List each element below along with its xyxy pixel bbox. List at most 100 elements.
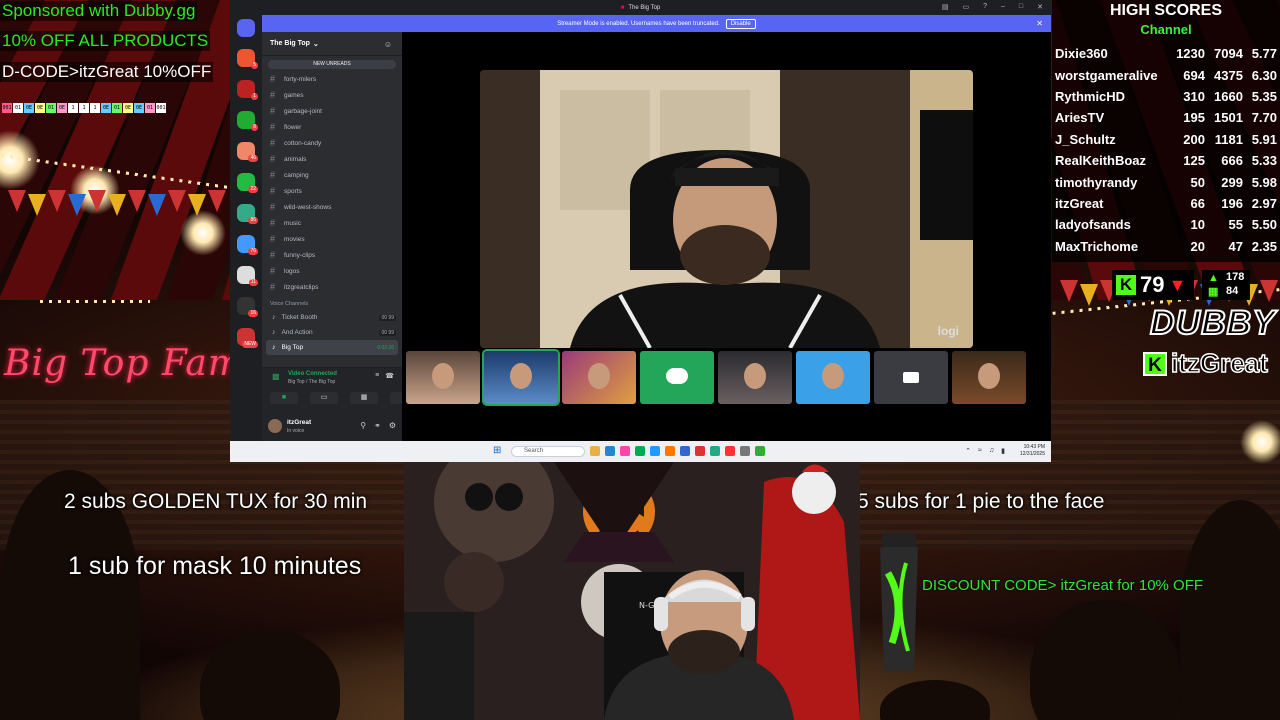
taskbar-app-icon[interactable] [665, 446, 675, 456]
taskbar-app-icon[interactable] [680, 446, 690, 456]
channel-item[interactable]: # sports [262, 183, 402, 199]
participant-tile[interactable] [406, 351, 480, 404]
window-titlebar: ■ The Big Top ▤ ▭ ? – □ ✕ [230, 0, 1051, 15]
help-icon[interactable]: ? [983, 3, 987, 11]
server-icon[interactable]: 86 [237, 204, 258, 224]
disable-streamer-mode-button[interactable]: Disable [725, 18, 756, 29]
taskbar-app-icon[interactable] [725, 446, 735, 456]
server-icon[interactable]: 8 [237, 111, 258, 131]
sponsor-line-1: Sponsored with Dubby.gg [0, 1, 198, 21]
channel-item[interactable]: # wild-west-shows [262, 199, 402, 215]
score-value: 694 [1183, 67, 1205, 83]
server-icon[interactable]: 22 [237, 173, 258, 193]
channel-item[interactable]: # games [262, 87, 402, 103]
score-name: AriesTV [1055, 110, 1105, 126]
participant-tile[interactable] [796, 351, 870, 404]
battery-icon[interactable]: ▮ [1001, 447, 1005, 455]
voice-channels-header[interactable]: Voice Channels [262, 298, 402, 310]
taskbar-app-icon[interactable] [635, 446, 645, 456]
taskbar-app-icon[interactable] [605, 446, 615, 456]
wifi-icon[interactable]: ≈ [978, 447, 982, 455]
channel-item[interactable]: # funny-clips [262, 247, 402, 263]
participant-tile[interactable] [952, 351, 1026, 404]
taskbar-app-icon[interactable] [695, 446, 705, 456]
tray-chevron-icon[interactable]: ⌃ [965, 447, 971, 455]
code-tile: 001 [2, 103, 12, 113]
server-icon[interactable]: 46 [237, 142, 258, 162]
code-tiles: 001 01 0E 0E 01 0E 1 1 1 0E 01 0E 0E 01 001 [2, 103, 166, 113]
channel-item[interactable]: # logos [262, 263, 402, 279]
voice-channel-item[interactable]: ♪ And Action 00 99 [262, 325, 402, 340]
taskbar-app-icon[interactable] [755, 446, 765, 456]
user-panel: itzGreat In voice ⚲ ⚭ ⚙ [262, 411, 402, 441]
channel-label: games [284, 91, 304, 99]
camera-button[interactable]: ■ [270, 392, 298, 404]
camera-off-tile[interactable] [874, 351, 948, 404]
channel-item[interactable]: # cotton-candy [262, 135, 402, 151]
headphones-icon[interactable]: ⚭ [374, 421, 381, 430]
taskbar-search[interactable]: Search [511, 446, 585, 457]
disconnect-icon[interactable]: ☎ [385, 372, 394, 380]
avatar[interactable] [268, 419, 282, 433]
channel-item[interactable]: # garbage-joint [262, 103, 402, 119]
guild-header[interactable]: The Big Top ⌄ ☺ [262, 32, 402, 56]
voice-stage: logi [402, 32, 1051, 441]
main-video-tile[interactable]: logi [480, 70, 973, 348]
code-tile: 0E [57, 103, 67, 113]
taskbar-app-icon[interactable] [740, 446, 750, 456]
voice-channel-item[interactable]: ♪ Ticket Booth 00 99 [262, 310, 402, 325]
activities-button[interactable]: ▦ [350, 392, 378, 404]
score-value: 47 [1228, 238, 1243, 254]
channel-item[interactable]: # music [262, 215, 402, 231]
participant-tile[interactable] [482, 349, 560, 406]
server-icon[interactable]: 5 [237, 49, 258, 69]
server-icon[interactable]: 76 [237, 235, 258, 255]
code-tile: 1 [68, 103, 78, 113]
new-unreads-pill[interactable]: NEW UNREADS [268, 60, 396, 69]
participant-tile[interactable] [562, 351, 636, 404]
voice-channel-item[interactable]: ♪ Big Top 0:02:26 [266, 340, 398, 355]
inbox-icon[interactable]: ▤ [942, 3, 949, 11]
windows-start-icon[interactable]: ⊞ [493, 446, 501, 456]
taskbar-app-icon[interactable] [590, 446, 600, 456]
code-tile: 0E [24, 103, 34, 113]
channel-item[interactable]: # itzgreatclips [262, 279, 402, 295]
close-banner-icon[interactable]: ✕ [1036, 19, 1043, 28]
noise-icon[interactable]: ≡ [375, 372, 379, 380]
down-arrow-icon: ▼ [1168, 274, 1187, 295]
server-icon[interactable]: 11 [237, 266, 258, 286]
taskbar-app-icon[interactable] [650, 446, 660, 456]
server-icon[interactable]: 16 [237, 297, 258, 317]
gear-icon[interactable]: ⚙ [389, 421, 396, 430]
score-value: 5.33 [1251, 153, 1277, 169]
server-icon[interactable]: 1 [237, 80, 258, 100]
participant-tile[interactable] [718, 351, 792, 404]
channel-label: logos [284, 267, 300, 275]
dubby-logo: DUBBY [1149, 303, 1276, 343]
screen-share-button[interactable]: ▭ [310, 392, 338, 404]
taskbar-app-icon[interactable] [620, 446, 630, 456]
hash-icon: # [270, 122, 276, 132]
channel-item[interactable]: # movies [262, 231, 402, 247]
minimize-icon[interactable]: – [1001, 3, 1005, 11]
server-icon[interactable]: NEW [237, 328, 258, 348]
maximize-icon[interactable]: □ [1019, 3, 1023, 11]
taskbar-clock[interactable]: 10:43 PM 12/31/2025 [1020, 444, 1045, 458]
close-icon[interactable]: ✕ [1037, 3, 1043, 11]
channel-item[interactable]: # flower [262, 119, 402, 135]
table-row: RythmicHD 310 1660 5.35 [1052, 86, 1280, 107]
discord-home-icon[interactable] [237, 19, 255, 37]
channel-item[interactable]: # forty-milers [262, 71, 402, 87]
spotlight [1240, 420, 1280, 464]
channel-label: music [284, 219, 301, 227]
score-name: worstgameralive [1055, 67, 1158, 83]
screen-icon[interactable]: ▭ [962, 3, 969, 11]
channel-item[interactable]: # animals [262, 151, 402, 167]
table-row: ladyofsands 10 55 5.50 [1052, 214, 1280, 235]
channel-item[interactable]: # camping [262, 167, 402, 183]
invite-icon[interactable]: ☺ [384, 40, 392, 49]
volume-icon[interactable]: ♫ [989, 447, 994, 455]
microphone-icon[interactable]: ⚲ [360, 421, 366, 430]
discord-logo-tile[interactable] [640, 351, 714, 404]
taskbar-app-icon[interactable] [710, 446, 720, 456]
